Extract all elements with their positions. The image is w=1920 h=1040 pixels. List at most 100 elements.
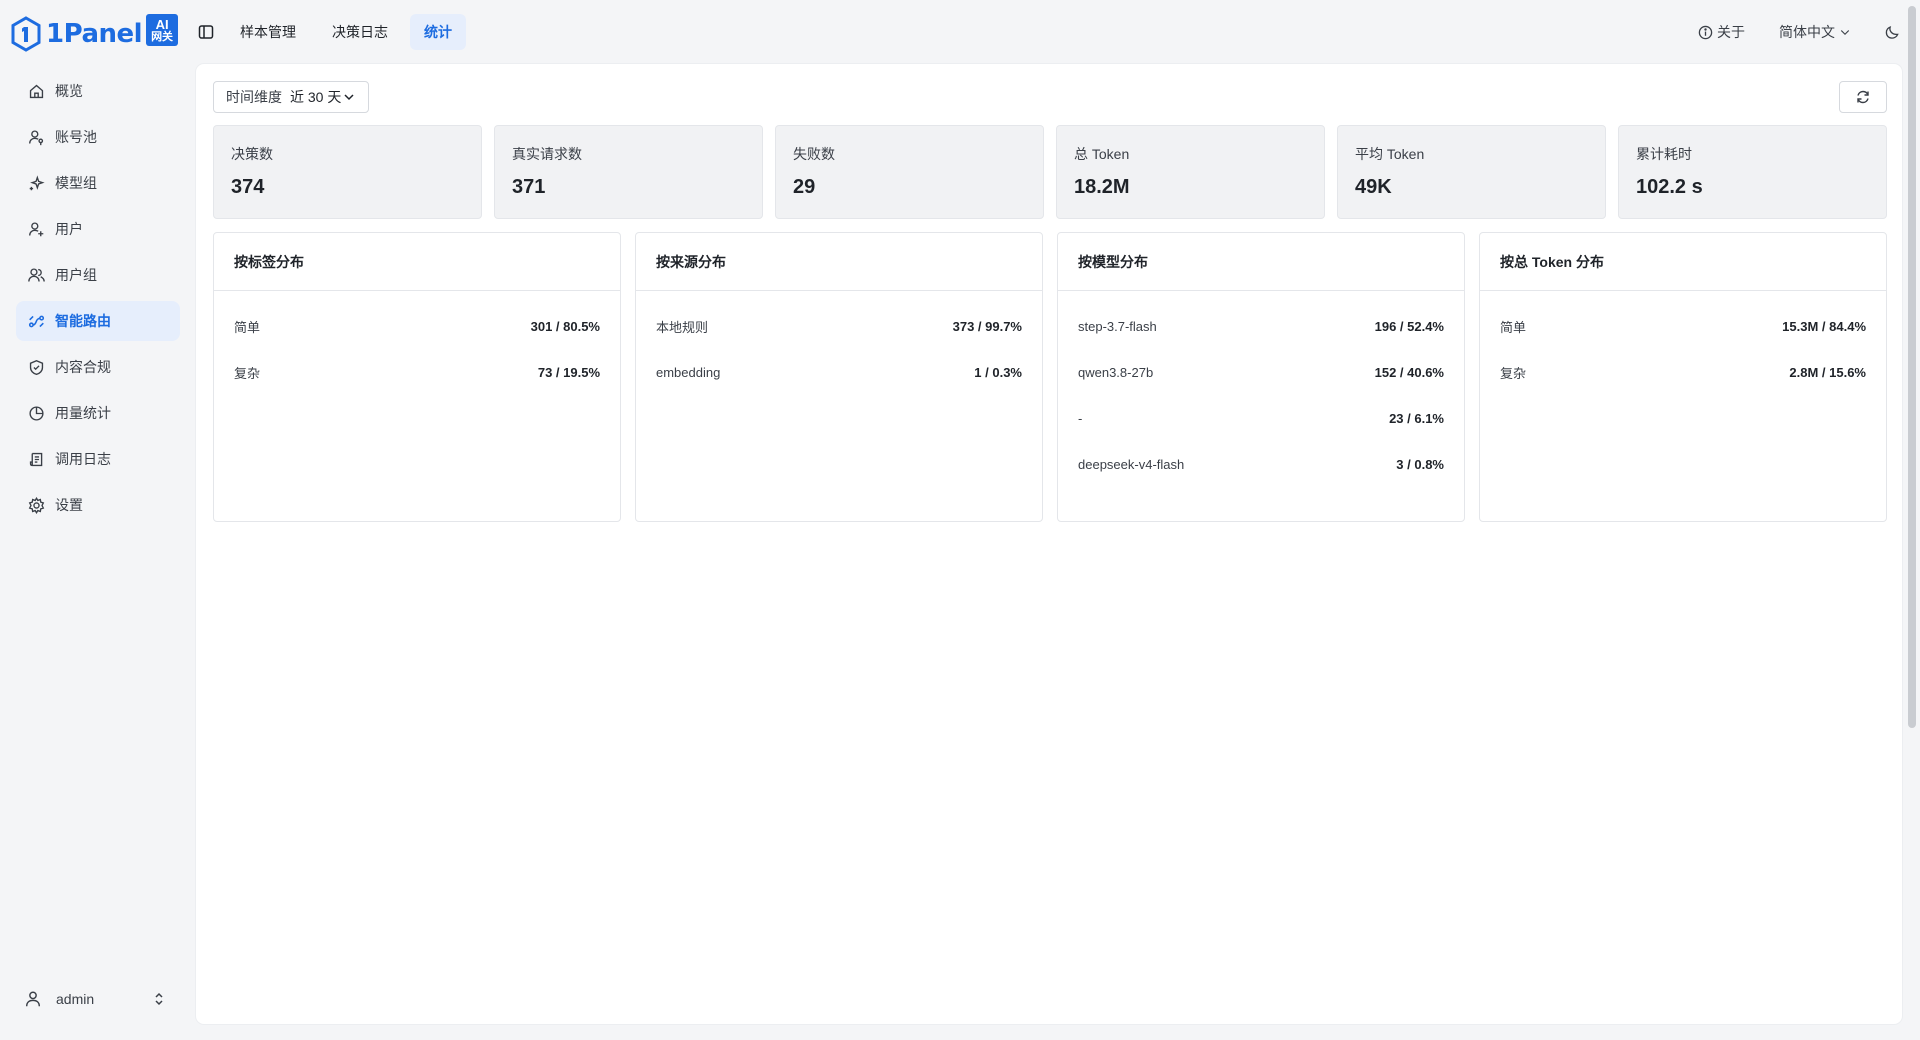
time-range-select[interactable]: 时间维度 近 30 天 [213, 81, 369, 113]
username: admin [56, 991, 95, 1007]
distribution-list: 简单 15.3M / 84.4% 复杂 2.8M / 15.6% [1480, 291, 1886, 395]
distribution-row-name: - [1078, 410, 1083, 426]
stat-label: 真实请求数 [512, 146, 582, 162]
user-icon [25, 991, 41, 1007]
sidebar-item-label: 智能路由 [55, 313, 111, 329]
distribution-list: 简单 301 / 80.5% 复杂 73 / 19.5% [214, 291, 620, 395]
chevron-down-icon [1840, 30, 1850, 36]
distribution-row-value: 2.8M / 15.6% [1789, 364, 1866, 380]
pie-chart-icon [29, 405, 44, 421]
stat-card-real-requests: 真实请求数 371 [494, 125, 763, 219]
route-icon [28, 315, 45, 327]
sidebar-item-label: 账号池 [55, 129, 97, 145]
sidebar-nav: 概览 账号池 模型组 用户 用户组 智能路由 内容合规 用量统计 调用日志 设置 [16, 71, 180, 531]
sidebar-item-overview[interactable]: 概览 [16, 71, 180, 111]
distribution-row-name: 简单 [234, 319, 261, 335]
user-add-icon [29, 221, 44, 236]
stat-value: 18.2M [1074, 176, 1130, 198]
tab-decision-log[interactable]: 决策日志 [318, 14, 402, 50]
distribution-row: 复杂 73 / 19.5% [234, 349, 600, 395]
sidebar-item-model-group[interactable]: 模型组 [16, 163, 180, 203]
distribution-row-name: embedding [656, 364, 721, 380]
distribution-cards: 按标签分布 简单 301 / 80.5% 复杂 73 / 19.5% 按来源分布 [213, 232, 1887, 522]
stat-value: 102.2 s [1636, 176, 1703, 198]
distribution-row-value: 23 / 6.1% [1389, 410, 1444, 426]
distribution-row: embedding 1 / 0.3% [656, 349, 1022, 395]
stat-value: 371 [512, 176, 546, 198]
distribution-row-name: 简单 [1500, 319, 1527, 335]
distribution-row-name: deepseek-v4-flash [1078, 456, 1185, 472]
tab-statistics[interactable]: 统计 [410, 14, 466, 50]
stat-value: 49K [1355, 176, 1392, 198]
sidebar-item-label: 概览 [55, 83, 83, 99]
distribution-row: deepseek-v4-flash 3 / 0.8% [1078, 441, 1444, 487]
time-range-value: 近 30 天 [290, 89, 342, 105]
sidebar-item-user-groups[interactable]: 用户组 [16, 255, 180, 295]
stat-value: 29 [793, 176, 816, 198]
logo[interactable]: 1Panel AI 网关 [10, 14, 179, 54]
distribution-row: 本地规则 373 / 99.7% [656, 303, 1022, 349]
sidebar-item-label: 调用日志 [55, 451, 111, 467]
distribution-row-name: 复杂 [1500, 365, 1527, 381]
about-link[interactable]: 关于 [1698, 22, 1745, 42]
distribution-row-name: step-3.7-flash [1078, 318, 1157, 334]
logo-badge-bottom: 网关 [151, 30, 174, 43]
stat-label: 决策数 [231, 146, 273, 162]
distribution-row: 复杂 2.8M / 15.6% [1500, 349, 1866, 395]
stat-cards: 决策数 374 真实请求数 371 失败数 29 总 Token 18.2M 平… [213, 125, 1887, 219]
sidebar-toggle-button[interactable] [196, 22, 216, 42]
distribution-by-tag: 按标签分布 简单 301 / 80.5% 复杂 73 / 19.5% [213, 232, 621, 522]
distribution-row-value: 301 / 80.5% [530, 318, 600, 334]
sidebar-item-account-pool[interactable]: 账号池 [16, 117, 180, 157]
refresh-icon [1857, 90, 1869, 104]
distribution-title: 按来源分布 [636, 233, 1042, 291]
stat-card-failures: 失败数 29 [775, 125, 1044, 219]
stat-label: 总 Token [1074, 146, 1130, 162]
distribution-row-value: 3 / 0.8% [1396, 456, 1444, 472]
tab-sample-management[interactable]: 样本管理 [226, 14, 310, 50]
sidebar-item-smart-routing[interactable]: 智能路由 [16, 301, 180, 341]
user-key-icon [29, 129, 44, 145]
topbar: 样本管理 决策日志 统计 关于 简体中文 [196, 0, 1920, 64]
sidebar-item-usage-stats[interactable]: 用量统计 [16, 393, 180, 433]
distribution-by-total-token: 按总 Token 分布 简单 15.3M / 84.4% 复杂 2.8M / 1… [1479, 232, 1887, 522]
logo-text: 1Panel [46, 19, 143, 49]
sidebar-item-label: 用户组 [55, 267, 97, 283]
logo-hex-icon [11, 16, 41, 52]
sidebar-item-content-compliance[interactable]: 内容合规 [16, 347, 180, 387]
distribution-by-model: 按模型分布 step-3.7-flash 196 / 52.4% qwen3.8… [1057, 232, 1465, 522]
distribution-row: 简单 301 / 80.5% [234, 303, 600, 349]
sidebar-item-label: 模型组 [55, 175, 97, 191]
sparkle-icon [29, 174, 45, 190]
stat-card-total-duration: 累计耗时 102.2 s [1618, 125, 1887, 219]
chevron-down-icon [344, 94, 354, 101]
refresh-button[interactable] [1839, 81, 1887, 113]
about-label: 关于 [1717, 24, 1745, 40]
sidebar-item-label: 用量统计 [55, 405, 111, 421]
main-panel: 时间维度 近 30 天 决策数 374 真实请求数 371 失败数 29 总 T… [196, 64, 1902, 1024]
user-menu[interactable]: admin [16, 980, 166, 1018]
page-scrollbar[interactable] [1908, 6, 1916, 728]
sidebar: 1Panel AI 网关 概览 账号池 模型组 用户 用户组 智能路由 内容合规… [0, 0, 196, 1040]
sidebar-item-settings[interactable]: 设置 [16, 485, 180, 525]
sidebar-toggle-icon [198, 25, 214, 39]
distribution-row-name: qwen3.8-27b [1078, 364, 1154, 380]
sidebar-item-call-logs[interactable]: 调用日志 [16, 439, 180, 479]
sidebar-item-users[interactable]: 用户 [16, 209, 180, 249]
stat-card-average-token: 平均 Token 49K [1337, 125, 1606, 219]
distribution-list: step-3.7-flash 196 / 52.4% qwen3.8-27b 1… [1058, 291, 1464, 487]
distribution-row-value: 73 / 19.5% [537, 364, 600, 380]
distribution-row-value: 373 / 99.7% [952, 318, 1022, 334]
stat-label: 失败数 [793, 146, 835, 162]
distribution-list: 本地规则 373 / 99.7% embedding 1 / 0.3% [636, 291, 1042, 395]
stat-label: 累计耗时 [1636, 146, 1692, 162]
gear-icon [28, 496, 45, 514]
language-select[interactable]: 简体中文 [1779, 22, 1851, 42]
sidebar-item-label: 用户 [55, 221, 83, 237]
theme-toggle-button[interactable] [1885, 25, 1900, 40]
distribution-row-name: 复杂 [234, 365, 261, 381]
logo-badge: AI 网关 [146, 14, 179, 46]
shield-check-icon [29, 359, 44, 375]
distribution-by-source: 按来源分布 本地规则 373 / 99.7% embedding 1 / 0.3… [635, 232, 1043, 522]
info-icon [1698, 25, 1713, 39]
